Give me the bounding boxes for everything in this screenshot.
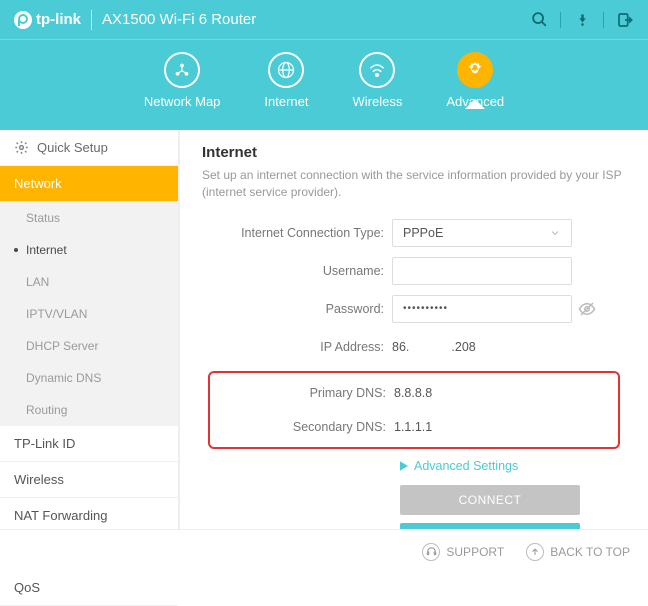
update-icon[interactable]	[573, 11, 591, 29]
dns-highlight: Primary DNS: 8.8.8.8 Secondary DNS: 1.1.…	[208, 371, 620, 449]
logout-icon[interactable]	[616, 11, 634, 29]
nav-advanced[interactable]: Advanced	[446, 52, 504, 109]
sidebar-sub-iptv[interactable]: IPTV/VLAN	[0, 298, 178, 330]
nav-label: Internet	[264, 94, 308, 109]
nav-label: Network Map	[144, 94, 221, 109]
ip-label: IP Address:	[202, 340, 392, 354]
username-label: Username:	[202, 264, 392, 278]
separator	[560, 12, 561, 28]
sidebar-sub-routing[interactable]: Routing	[0, 394, 178, 426]
nav-wireless[interactable]: Wireless	[353, 52, 403, 109]
section-title: Internet	[202, 144, 626, 161]
chevron-down-icon	[549, 227, 561, 239]
row-secondary-dns: Secondary DNS: 1.1.1.1	[210, 413, 618, 441]
primary-dns-label: Primary DNS:	[210, 386, 394, 400]
content-pane: Internet Set up an internet connection w…	[178, 130, 648, 573]
sidebar-sub-dhcp[interactable]: DHCP Server	[0, 330, 178, 362]
sidebar-label: Quick Setup	[37, 140, 108, 155]
eye-off-icon[interactable]	[578, 300, 596, 318]
separator	[603, 12, 604, 28]
gear-icon	[14, 140, 29, 155]
sidebar-sub-internet[interactable]: Internet	[0, 234, 178, 266]
sidebar: Quick Setup Network Status Internet LAN …	[0, 130, 178, 573]
logo-icon	[14, 11, 32, 29]
secondary-dns-label: Secondary DNS:	[210, 420, 394, 434]
body: Quick Setup Network Status Internet LAN …	[0, 130, 648, 573]
row-primary-dns: Primary DNS: 8.8.8.8	[210, 379, 618, 407]
nav-internet[interactable]: Internet	[264, 52, 308, 109]
conn-type-value: PPPoE	[403, 226, 443, 240]
product-name: AX1500 Wi-Fi 6 Router	[102, 11, 256, 28]
header-actions	[530, 11, 634, 29]
password-input[interactable]	[392, 295, 572, 323]
sidebar-qos[interactable]: QoS	[0, 570, 178, 606]
row-password: Password:	[202, 295, 626, 323]
header-bar: tp-link AX1500 Wi-Fi 6 Router	[0, 0, 648, 40]
brand: tp-link AX1500 Wi-Fi 6 Router	[14, 10, 256, 30]
brand-logo: tp-link	[14, 11, 81, 29]
nav-network-map[interactable]: Network Map	[144, 52, 221, 109]
sidebar-sub-ddns[interactable]: Dynamic DNS	[0, 362, 178, 394]
row-conn-type: Internet Connection Type: PPPoE	[202, 219, 626, 247]
row-username: Username:	[202, 257, 626, 285]
sidebar-wireless[interactable]: Wireless	[0, 462, 178, 498]
row-advanced-link: Advanced Settings	[202, 459, 626, 473]
password-label: Password:	[202, 302, 392, 316]
sidebar-network[interactable]: Network	[0, 166, 178, 202]
connect-button[interactable]: CONNECT	[400, 485, 580, 515]
headset-icon	[422, 543, 440, 561]
back-to-top-link[interactable]: BACK TO TOP	[526, 543, 630, 561]
sidebar-sub-status[interactable]: Status	[0, 202, 178, 234]
nav-label: Advanced	[446, 94, 504, 109]
ip-value: 86..208	[392, 340, 476, 354]
brand-separator	[91, 10, 92, 30]
conn-type-label: Internet Connection Type:	[202, 226, 392, 240]
conn-type-select[interactable]: PPPoE	[392, 219, 572, 247]
footer: SUPPORT BACK TO TOP	[0, 529, 648, 573]
arrow-up-icon	[526, 543, 544, 561]
sidebar-network-subs: Status Internet LAN IPTV/VLAN DHCP Serve…	[0, 202, 178, 426]
section-desc: Set up an internet connection with the s…	[202, 167, 626, 201]
nav-label: Wireless	[353, 94, 403, 109]
sidebar-tplink-id[interactable]: TP-Link ID	[0, 426, 178, 462]
username-input[interactable]	[392, 257, 572, 285]
sidebar-quick-setup[interactable]: Quick Setup	[0, 130, 178, 166]
triangle-right-icon	[400, 461, 408, 471]
support-link[interactable]: SUPPORT	[422, 543, 504, 561]
search-icon[interactable]	[530, 11, 548, 29]
sidebar-sub-lan[interactable]: LAN	[0, 266, 178, 298]
brand-text: tp-link	[36, 11, 81, 28]
top-nav: Network Map Internet Wireless Advanced	[0, 40, 648, 130]
ip-redacted	[409, 340, 451, 351]
row-ip: IP Address: 86..208	[202, 333, 626, 361]
secondary-dns-value: 1.1.1.1	[394, 420, 432, 434]
sidebar-label: Network	[14, 176, 62, 191]
advanced-settings-link[interactable]: Advanced Settings	[400, 459, 626, 473]
primary-dns-value: 8.8.8.8	[394, 386, 432, 400]
